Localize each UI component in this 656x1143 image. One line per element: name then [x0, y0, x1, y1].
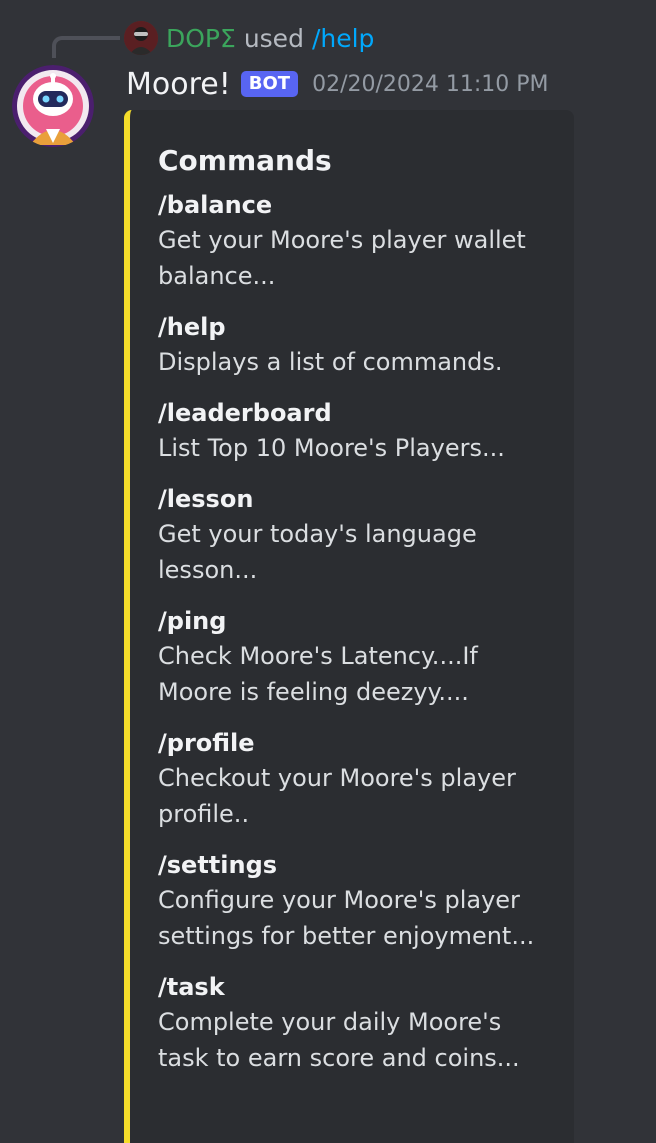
embed-field: /task Complete your daily Moore's task t… [158, 970, 554, 1076]
reply-connector-line [52, 36, 120, 58]
field-name: /help [158, 313, 226, 341]
reply-command-link[interactable]: /help [312, 24, 374, 53]
author-name[interactable]: Moore! [126, 67, 231, 102]
embed-title: Commands [158, 144, 332, 177]
field-name: /task [158, 973, 225, 1001]
reply-context[interactable]: DOPΣ used /help [124, 20, 374, 56]
field-value: List Top 10 Moore's Players... [158, 434, 505, 462]
reply-used-text: used [243, 23, 304, 53]
commands-embed: Commands /balance Get your Moore's playe… [124, 110, 574, 1143]
field-value: Displays a list of commands. [158, 348, 503, 376]
field-value: Get your today's language lesson... [158, 520, 477, 584]
reply-username[interactable]: DOPΣ [166, 24, 236, 53]
field-name: /leaderboard [158, 399, 332, 427]
field-value: Checkout your Moore's player profile.. [158, 764, 516, 828]
embed-field: /help Displays a list of commands. [158, 310, 554, 380]
embed-field: /profile Checkout your Moore's player pr… [158, 726, 554, 832]
field-name: /settings [158, 851, 278, 879]
field-value: Configure your Moore's player settings f… [158, 886, 535, 950]
embed-field: /lesson Get your today's language lesson… [158, 482, 554, 588]
user-avatar-icon[interactable] [124, 21, 158, 55]
embed-field: /balance Get your Moore's player wallet … [158, 188, 554, 294]
embed-field: /ping Check Moore's Latency....If Moore … [158, 604, 554, 710]
embed-field: /leaderboard List Top 10 Moore's Players… [158, 396, 554, 466]
field-name: /ping [158, 607, 227, 635]
field-value: Check Moore's Latency....If Moore is fee… [158, 642, 478, 706]
embed-field: /settings Configure your Moore's player … [158, 848, 554, 954]
message-header: Moore! BOT 02/20/2024 11:10 PM [126, 64, 549, 104]
field-value: Complete your daily Moore's task to earn… [158, 1008, 520, 1072]
field-value: Get your Moore's player wallet balance..… [158, 226, 526, 290]
field-name: /lesson [158, 485, 254, 513]
robot-avatar-icon[interactable] [12, 65, 94, 147]
field-name: /balance [158, 191, 273, 219]
field-name: /profile [158, 729, 255, 757]
bot-badge: BOT [240, 71, 299, 97]
discord-message-view: DOPΣ used /help Moore! BOT 02/20/2024 11… [0, 0, 656, 1143]
message-timestamp: 02/20/2024 11:10 PM [312, 71, 549, 97]
